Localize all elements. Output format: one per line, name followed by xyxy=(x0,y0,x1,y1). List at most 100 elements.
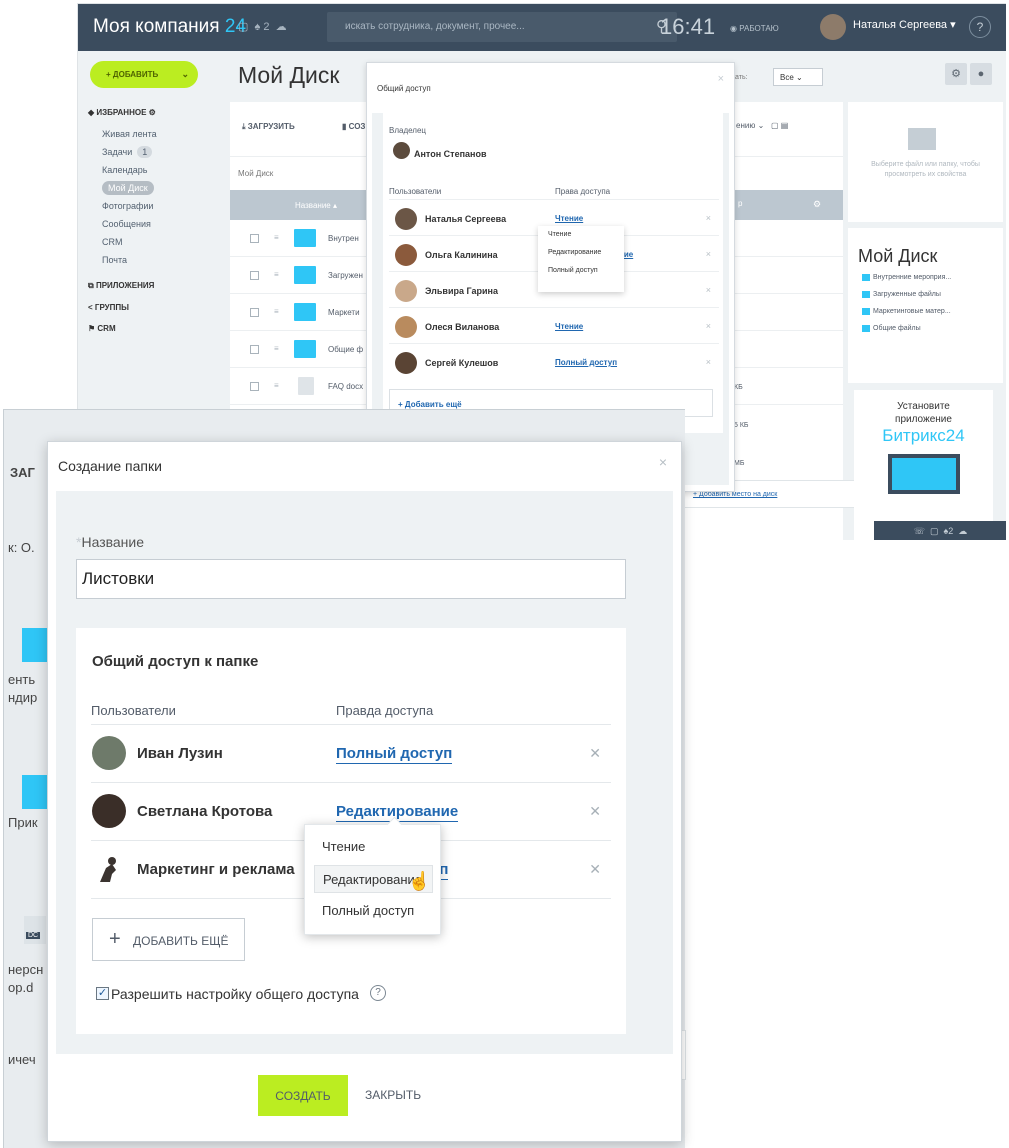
row-checkbox[interactable] xyxy=(250,234,259,243)
file-size: КБ xyxy=(734,384,743,391)
user-name: Сергей Кулешов xyxy=(425,358,499,368)
row-name[interactable]: Внутрен xyxy=(328,234,359,243)
chevron-down-icon: ⌄ xyxy=(181,69,189,79)
share-card: Владелец Антон Степанов Пользователи Пра… xyxy=(383,113,723,433)
share-section-title: Общий доступ к папке xyxy=(92,653,259,670)
remove-icon[interactable]: × xyxy=(706,285,711,295)
row-menu-icon[interactable]: ≡ xyxy=(274,344,279,353)
breadcrumb[interactable]: Мой Диск xyxy=(238,169,273,178)
menu-item-mail[interactable]: Почта xyxy=(88,251,228,269)
apps-section[interactable]: ⧉ ПРИЛОЖЕНИЯ xyxy=(88,281,228,291)
global-search[interactable]: искать сотрудника, документ, прочее... ⚲ xyxy=(327,12,677,42)
user-menu[interactable]: Наталья Сергеева ▾ xyxy=(853,18,956,31)
add-button[interactable]: + ДОБАВИТЬ ⌄ xyxy=(90,61,198,88)
tree-item[interactable]: Общие файлы xyxy=(862,325,921,332)
disk-tree: Мой Диск Внутренние мероприя... Загружен… xyxy=(848,228,1003,383)
rights-column-label: Права доступа xyxy=(555,187,611,196)
help-icon[interactable]: ? xyxy=(969,16,991,38)
work-status[interactable]: ◉ РАБОТАЮ xyxy=(730,24,779,33)
row-menu-icon[interactable]: ≡ xyxy=(274,233,279,242)
dropdown-option[interactable]: Чтение xyxy=(538,226,624,244)
notifications-icon[interactable]: ▢ ♠ 2 ☁ xyxy=(238,20,287,33)
row-checkbox[interactable] xyxy=(250,308,259,317)
allow-setting-checkbox[interactable]: ✓ xyxy=(96,987,109,1000)
column-name[interactable]: Название ▴ xyxy=(295,201,337,210)
help-icon[interactable]: ? xyxy=(370,985,386,1001)
remove-icon[interactable]: ✕ xyxy=(589,745,601,762)
bottom-dock[interactable]: ☏ ▢ ♠2 ☁ xyxy=(874,521,1006,540)
menu-item-photos[interactable]: Фотографии xyxy=(88,197,228,215)
dropdown-option-full[interactable]: Полный доступ xyxy=(314,897,433,925)
close-icon[interactable]: × xyxy=(659,454,667,470)
app-promo[interactable]: Установите приложение Битрикс24 xyxy=(854,390,993,540)
remove-icon[interactable]: × xyxy=(706,357,711,367)
folder-icon xyxy=(294,340,316,358)
row-menu-icon[interactable]: ≡ xyxy=(274,381,279,390)
add-space-link[interactable]: + Добавить место на диск xyxy=(693,491,777,498)
row-checkbox[interactable] xyxy=(250,345,259,354)
page-controls: ⚙ ● xyxy=(942,63,992,85)
remove-icon[interactable]: × xyxy=(706,249,711,259)
row-menu-icon[interactable]: ≡ xyxy=(274,307,279,316)
plus-icon: + xyxy=(109,928,121,950)
create-button[interactable]: ▮ СОЗ xyxy=(342,122,365,131)
tree-item[interactable]: Маркетинговые матер... xyxy=(862,308,951,315)
menu-item-tasks[interactable]: Задачи 1 xyxy=(88,143,228,161)
row-checkbox[interactable] xyxy=(250,271,259,280)
avatar xyxy=(92,794,126,828)
allow-setting-label[interactable]: Разрешить настройку общего доступа xyxy=(111,986,359,1002)
folder-icon xyxy=(22,775,48,809)
row-name[interactable]: Общие ф xyxy=(328,345,363,354)
app-logo[interactable]: Моя компания 24 xyxy=(93,16,246,38)
close-icon[interactable]: × xyxy=(718,73,724,85)
column-settings-icon[interactable]: ⚙ xyxy=(813,199,821,210)
user-avatar[interactable] xyxy=(820,14,846,40)
dropdown-option-read[interactable]: Чтение xyxy=(314,833,433,861)
menu-item-my-disk[interactable]: Мой Диск xyxy=(88,179,228,197)
avatar xyxy=(393,142,410,159)
folder-icon xyxy=(294,266,316,284)
remove-icon[interactable]: × xyxy=(706,213,711,223)
menu-item-crm[interactable]: CRM xyxy=(88,233,228,251)
sort-control[interactable]: ению ⌄ ▢ ▤ xyxy=(736,121,788,130)
access-right-link[interactable]: Чтение xyxy=(555,214,583,223)
right-panel: Выберите файл или папку, чтобы просмотре… xyxy=(848,102,1003,540)
menu-item-calendar[interactable]: Календарь xyxy=(88,161,228,179)
menu-item-feed[interactable]: Живая лента xyxy=(88,125,228,143)
access-right-link[interactable]: Чтение xyxy=(555,322,583,331)
user-name: Светлана Кротова xyxy=(137,803,273,820)
create-folder-dialog: Создание папки × *Название Общий доступ … xyxy=(47,441,682,1142)
crm-section[interactable]: ⚑ CRM xyxy=(88,324,228,333)
access-right-link[interactable]: Полный доступ xyxy=(555,358,617,367)
dropdown-option[interactable]: Полный доступ xyxy=(538,262,624,280)
settings-icon[interactable]: ⚙ xyxy=(945,63,967,85)
folder-name-input[interactable] xyxy=(76,559,626,599)
dropdown-option[interactable]: Редактирование xyxy=(538,244,624,262)
row-checkbox[interactable] xyxy=(250,382,259,391)
hand-cursor-icon: ☝ xyxy=(408,871,431,891)
filter-select[interactable]: Все ⌄ xyxy=(773,68,823,86)
info-icon[interactable]: ● xyxy=(970,63,992,85)
create-button[interactable]: СОЗДАТЬ xyxy=(258,1075,348,1116)
groups-section[interactable]: < ГРУППЫ xyxy=(88,303,228,312)
tree-item[interactable]: Загруженные файлы xyxy=(862,291,941,298)
access-right-link[interactable]: Полный доступ xyxy=(336,745,453,764)
owner-name: Антон Степанов xyxy=(414,149,487,159)
remove-icon[interactable]: × xyxy=(706,321,711,331)
favorites-section[interactable]: ◆ ИЗБРАННОЕ ⚙ xyxy=(88,108,228,117)
close-button[interactable]: ЗАКРЫТЬ xyxy=(365,1075,421,1116)
row-name[interactable]: Маркети xyxy=(328,308,360,317)
row-name[interactable]: Загружен xyxy=(328,271,363,280)
upload-button[interactable]: ⤓ ЗАГРУЗИТЬ xyxy=(242,122,295,132)
text-fragment: ичеч xyxy=(8,1052,36,1067)
row-menu-icon[interactable]: ≡ xyxy=(274,270,279,279)
row-name[interactable]: FAQ docx xyxy=(328,382,363,391)
add-more-label: ДОБАВИТЬ ЕЩЁ xyxy=(133,934,229,948)
properties-hint: Выберите файл или папку, чтобы просмотре… xyxy=(848,102,1003,222)
remove-icon[interactable]: ✕ xyxy=(589,861,601,878)
tree-item[interactable]: Внутренние мероприя... xyxy=(861,274,951,281)
menu-item-messages[interactable]: Сообщения xyxy=(88,215,228,233)
remove-icon[interactable]: ✕ xyxy=(589,803,601,820)
add-more-button[interactable]: + ДОБАВИТЬ ЕЩЁ xyxy=(92,918,245,961)
avatar xyxy=(395,208,417,230)
